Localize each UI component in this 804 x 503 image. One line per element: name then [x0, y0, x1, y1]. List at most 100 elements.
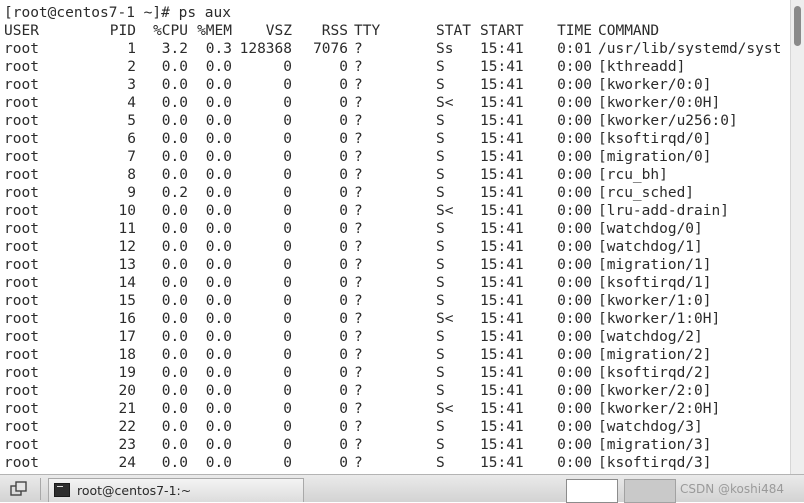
cell-rss: 0 [339, 221, 348, 237]
cell-command: [watchdog/3] [598, 419, 703, 435]
cell-tty: ? [354, 437, 363, 453]
terminal-window[interactable]: [root@centos7-1 ~]# ps aux USER PID %CPU %M… [0, 0, 790, 474]
cell-tty: ? [354, 59, 363, 75]
cell-start: 15:41 [480, 185, 524, 201]
cell-command: [kworker/2:0H] [598, 401, 721, 417]
cell-command: [kworker/0:0] [598, 77, 712, 93]
header-user: USER [4, 23, 39, 39]
cell-time: 0:00 [557, 347, 592, 363]
cell-vsz: 0 [283, 77, 292, 93]
cell-cpu: 0.0 [161, 257, 188, 273]
cell-user: root [4, 257, 39, 273]
cell-stat: S [436, 185, 445, 201]
cell-pid: 12 [118, 239, 136, 255]
cell-start: 15:41 [480, 95, 524, 111]
cell-stat: S [436, 239, 445, 255]
cell-rss: 0 [339, 239, 348, 255]
header-pid: PID [109, 23, 136, 39]
cell-mem: 0.0 [205, 383, 232, 399]
cell-user: root [4, 131, 39, 147]
cell-rss: 0 [339, 311, 348, 327]
cell-cpu: 0.0 [161, 95, 188, 111]
cell-command: [migration/3] [598, 437, 712, 453]
cell-cpu: 0.0 [161, 149, 188, 165]
cell-time: 0:00 [557, 419, 592, 435]
cell-start: 15:41 [480, 203, 524, 219]
cell-rss: 0 [339, 401, 348, 417]
cell-rss: 0 [339, 149, 348, 165]
show-desktop-icon[interactable] [10, 481, 32, 497]
cell-rss: 0 [339, 185, 348, 201]
cell-rss: 0 [339, 257, 348, 273]
cell-pid: 15 [118, 293, 136, 309]
cell-start: 15:41 [480, 131, 524, 147]
cell-vsz: 0 [283, 185, 292, 201]
cell-pid: 9 [127, 185, 136, 201]
cell-pid: 13 [118, 257, 136, 273]
cell-stat: S [436, 167, 445, 183]
cell-cpu: 0.0 [161, 383, 188, 399]
cell-pid: 7 [127, 149, 136, 165]
cell-tty: ? [354, 221, 363, 237]
cell-stat: S [436, 257, 445, 273]
cell-start: 15:41 [480, 113, 524, 129]
cell-tty: ? [354, 41, 363, 57]
cell-pid: 2 [127, 59, 136, 75]
cell-vsz: 0 [283, 149, 292, 165]
cell-start: 15:41 [480, 437, 524, 453]
cell-pid: 20 [118, 383, 136, 399]
cell-mem: 0.0 [205, 203, 232, 219]
cell-pid: 10 [118, 203, 136, 219]
cell-vsz: 0 [283, 455, 292, 471]
cell-cpu: 0.0 [161, 239, 188, 255]
cell-vsz: 0 [283, 59, 292, 75]
cell-command: [watchdog/0] [598, 221, 703, 237]
cell-stat: S< [436, 401, 454, 417]
cell-mem: 0.0 [205, 419, 232, 435]
workspace-2[interactable] [624, 479, 676, 503]
cell-mem: 0.0 [205, 293, 232, 309]
cell-user: root [4, 329, 39, 345]
cell-user: root [4, 167, 39, 183]
cell-user: root [4, 113, 39, 129]
cell-mem: 0.0 [205, 113, 232, 129]
cell-mem: 0.0 [205, 149, 232, 165]
cell-time: 0:00 [557, 329, 592, 345]
cell-mem: 0.0 [205, 275, 232, 291]
cell-rss: 0 [339, 167, 348, 183]
terminal-scrollbar[interactable] [790, 0, 804, 474]
cell-rss: 0 [339, 365, 348, 381]
cell-command: [kworker/2:0] [598, 383, 712, 399]
taskbar-separator [40, 478, 41, 500]
cell-vsz: 0 [283, 383, 292, 399]
cell-user: root [4, 365, 39, 381]
cell-tty: ? [354, 455, 363, 471]
header-rss: RSS [321, 23, 348, 39]
cell-stat: S [436, 347, 445, 363]
header-command: COMMAND [598, 23, 660, 39]
cell-mem: 0.0 [205, 347, 232, 363]
cell-time: 0:00 [557, 365, 592, 381]
cell-time: 0:00 [557, 401, 592, 417]
cell-command: [ksoftirqd/3] [598, 455, 712, 471]
cell-stat: S [436, 329, 445, 345]
scrollbar-thumb[interactable] [794, 6, 801, 46]
cell-stat: S< [436, 95, 454, 111]
cell-user: root [4, 203, 39, 219]
cell-rss: 0 [339, 77, 348, 93]
cell-command: [ksoftirqd/2] [598, 365, 712, 381]
cell-pid: 6 [127, 131, 136, 147]
cell-cpu: 3.2 [161, 41, 188, 57]
cell-start: 15:41 [480, 257, 524, 273]
taskbar-terminal-button[interactable]: root@centos7-1:~ [48, 478, 304, 502]
cell-tty: ? [354, 347, 363, 363]
cell-start: 15:41 [480, 347, 524, 363]
taskbar-item-label: root@centos7-1:~ [77, 483, 192, 498]
cell-command: [rcu_bh] [598, 167, 668, 183]
cell-pid: 17 [118, 329, 136, 345]
cell-tty: ? [354, 365, 363, 381]
cell-vsz: 0 [283, 275, 292, 291]
cell-vsz: 0 [283, 329, 292, 345]
header-start: START [480, 23, 524, 39]
workspace-1[interactable] [566, 479, 618, 503]
